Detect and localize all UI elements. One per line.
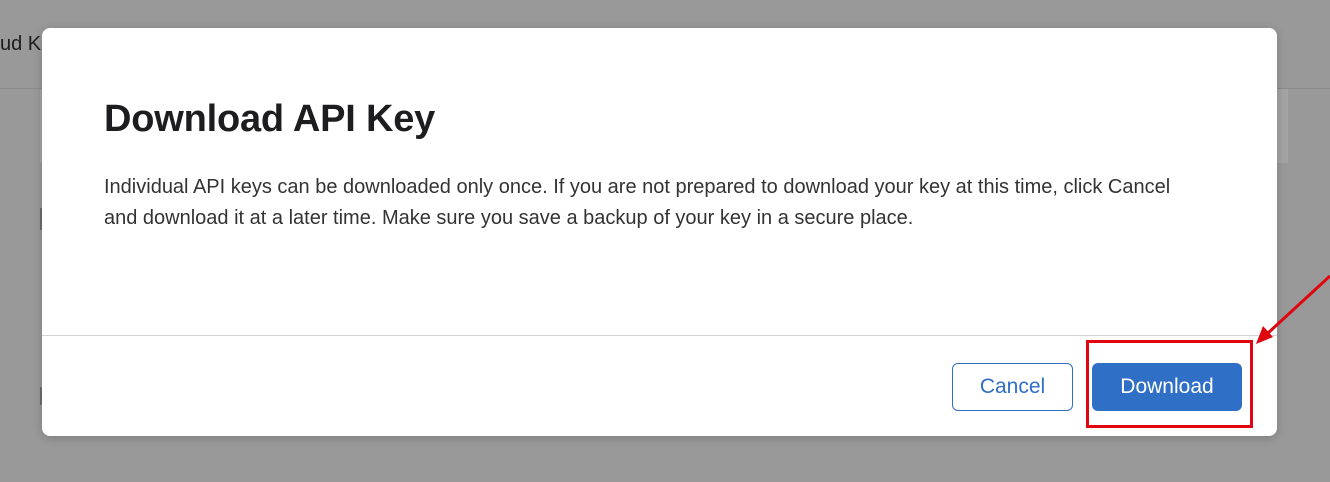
cancel-button[interactable]: Cancel (952, 363, 1073, 411)
dialog-message: Individual API keys can be downloaded on… (104, 176, 1171, 229)
dialog-divider (42, 335, 1277, 336)
background-page-title: ud K (0, 33, 42, 55)
dialog-title: Download API Key (104, 98, 436, 140)
download-highlight-box (1086, 340, 1253, 428)
